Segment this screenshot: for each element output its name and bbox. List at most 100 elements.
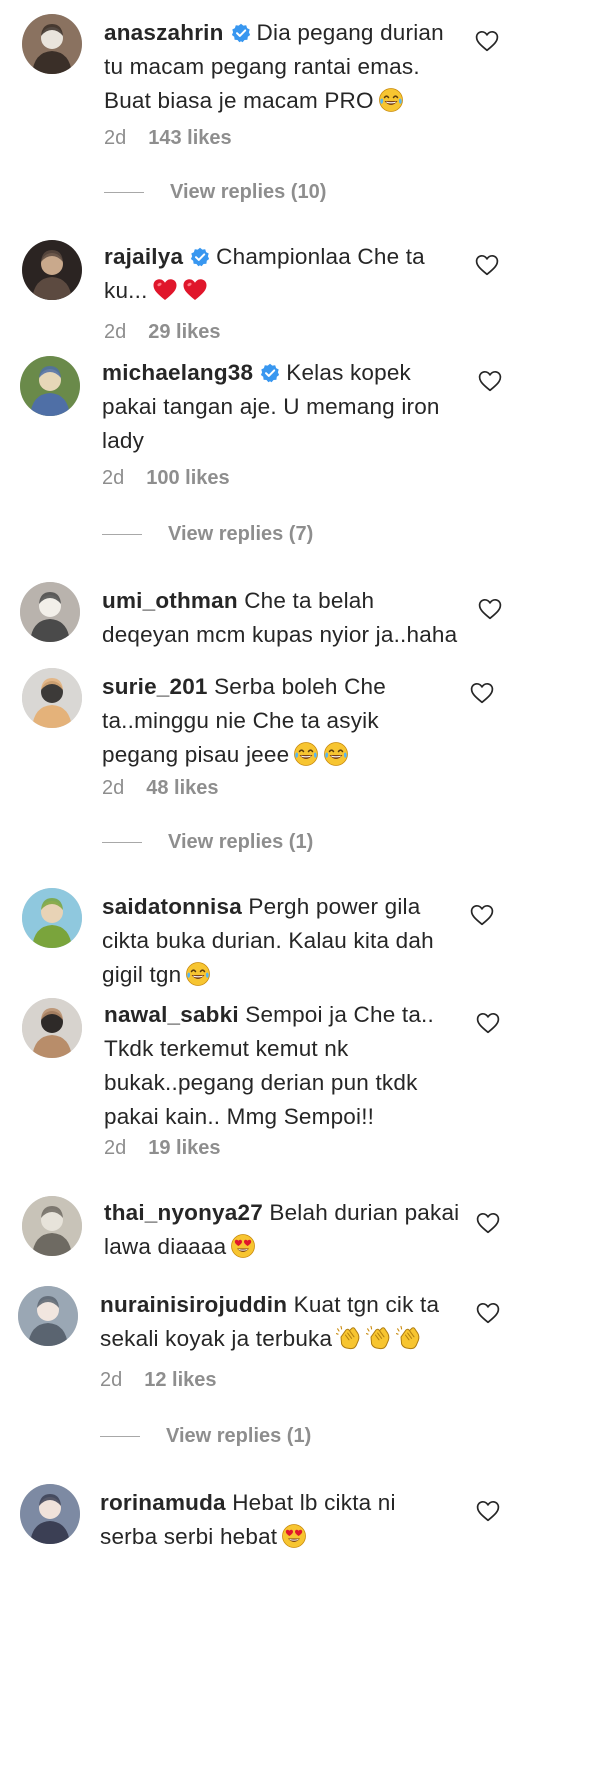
comment-text-line: deqeyan mcm kupas nyior ja..haha bbox=[102, 622, 458, 647]
like-heart-icon[interactable] bbox=[476, 1500, 500, 1522]
avatar[interactable] bbox=[20, 582, 80, 642]
comment-time: 2d bbox=[102, 467, 125, 489]
likes-count[interactable]: 100 likes bbox=[146, 467, 229, 489]
view-replies-button[interactable]: View replies (1) bbox=[100, 1424, 311, 1448]
avatar[interactable] bbox=[20, 356, 80, 416]
comment-text-line: pakai tangan aje. U memang iron bbox=[102, 394, 440, 419]
comment-meta: 2d 100 likes bbox=[102, 466, 230, 490]
comment-username[interactable]: surie_201 bbox=[102, 674, 208, 699]
comment-text-line: Tkdk terkemut kemut nk bbox=[104, 1036, 349, 1061]
avatar[interactable] bbox=[20, 1484, 80, 1544]
comment-text-line: Hebat lb cikta ni bbox=[232, 1490, 396, 1515]
comment-time: 2d bbox=[102, 777, 125, 799]
avatar[interactable] bbox=[22, 1196, 82, 1256]
comment-meta: 2d 48 likes bbox=[102, 776, 219, 800]
like-heart-icon[interactable] bbox=[476, 1302, 500, 1324]
comment-text-line: Kuat tgn cik ta bbox=[293, 1292, 440, 1317]
view-replies-button[interactable]: View replies (7) bbox=[102, 522, 313, 546]
comment-body: nawal_sabki Sempoi ja Che ta.. Tkdk terk… bbox=[104, 998, 504, 1134]
comment-text-line: serba serbi hebat bbox=[100, 1524, 278, 1549]
view-replies-label: View replies (7) bbox=[168, 523, 314, 545]
comment-username[interactable]: umi_othman bbox=[102, 588, 238, 613]
view-replies-button[interactable]: View replies (1) bbox=[102, 830, 313, 854]
comment-username[interactable]: nurainisirojuddin bbox=[100, 1292, 287, 1317]
comments-list: anaszahrin Dia pegang durian tu macam peg… bbox=[0, 0, 602, 1789]
comment-body: anaszahrin Dia pegang durian tu macam peg… bbox=[104, 16, 504, 118]
comment-text-line: pakai kain.. Mmg Sempoi!! bbox=[104, 1104, 375, 1129]
view-replies-label: View replies (10) bbox=[170, 181, 327, 203]
like-heart-icon[interactable] bbox=[470, 682, 494, 704]
avatar[interactable] bbox=[22, 240, 82, 300]
likes-count[interactable]: 143 likes bbox=[148, 127, 231, 149]
comment-body: saidatonnisa Pergh power gila cikta buka… bbox=[102, 890, 502, 992]
like-heart-icon[interactable] bbox=[476, 1212, 500, 1234]
comment-username[interactable]: anaszahrin bbox=[104, 20, 224, 45]
comment-username[interactable]: rajailya bbox=[104, 244, 183, 269]
comment-text-line: Serba boleh Che bbox=[214, 674, 386, 699]
likes-count[interactable]: 48 likes bbox=[146, 777, 218, 799]
likes-count[interactable]: 12 likes bbox=[144, 1369, 216, 1391]
smiling-face-with-heart-eyes-icon bbox=[281, 1523, 307, 1549]
verified-badge-icon bbox=[231, 23, 251, 43]
comment-text-line: tu macam pegang rantai emas. bbox=[104, 54, 420, 79]
avatar[interactable] bbox=[22, 888, 82, 948]
view-replies-button[interactable]: View replies (10) bbox=[104, 180, 326, 204]
like-heart-icon[interactable] bbox=[470, 904, 494, 926]
replies-divider-line bbox=[102, 842, 142, 844]
comment-text-line: lady bbox=[102, 428, 145, 453]
comment-meta: 2d 12 likes bbox=[100, 1368, 217, 1392]
comment-text-line: ku... bbox=[104, 278, 148, 303]
comment-username[interactable]: saidatonnisa bbox=[102, 894, 242, 919]
comment-body: nurainisirojuddin Kuat tgn cik ta sekali… bbox=[100, 1288, 500, 1356]
comment-time: 2d bbox=[104, 1137, 127, 1159]
comment-username[interactable]: nawal_sabki bbox=[104, 1002, 239, 1027]
avatar[interactable] bbox=[22, 998, 82, 1058]
comment-body: surie_201 Serba boleh Che ta..minggu nie… bbox=[102, 670, 502, 772]
avatar[interactable] bbox=[22, 668, 82, 728]
comment-body: umi_othman Che ta belah deqeyan mcm kupa… bbox=[102, 584, 502, 652]
like-heart-icon[interactable] bbox=[475, 254, 499, 276]
comment-username[interactable]: thai_nyonya27 bbox=[104, 1200, 263, 1225]
view-replies-label: View replies (1) bbox=[168, 831, 314, 853]
face-with-tears-of-joy-icon bbox=[293, 741, 319, 767]
likes-count[interactable]: 19 likes bbox=[148, 1137, 220, 1159]
comment-meta: 2d 19 likes bbox=[104, 1136, 221, 1160]
comment-text-line: sekali koyak ja terbuka bbox=[100, 1326, 333, 1351]
red-heart-icon bbox=[152, 277, 178, 303]
comment-meta: 2d 143 likes bbox=[104, 126, 232, 150]
comment-time: 2d bbox=[104, 127, 127, 149]
comment-username[interactable]: rorinamuda bbox=[100, 1490, 226, 1515]
face-with-tears-of-joy-icon bbox=[378, 87, 404, 113]
like-heart-icon[interactable] bbox=[475, 30, 499, 52]
comment-text-line: Belah durian pakai bbox=[269, 1200, 460, 1225]
clapping-hands-icon bbox=[336, 1325, 362, 1351]
comment-text-line: Dia pegang durian bbox=[256, 20, 444, 45]
clapping-hands-icon bbox=[396, 1325, 422, 1351]
comment-body: michaelang38 Kelas kopek pakai tangan aje… bbox=[102, 356, 502, 458]
avatar[interactable] bbox=[22, 14, 82, 74]
comment-username[interactable]: michaelang38 bbox=[102, 360, 253, 385]
like-heart-icon[interactable] bbox=[478, 598, 502, 620]
clapping-hands-icon bbox=[366, 1325, 392, 1351]
comment-text-line: Pergh power gila bbox=[248, 894, 421, 919]
comment-body: thai_nyonya27 Belah durian pakai lawa di… bbox=[104, 1196, 504, 1264]
replies-divider-line bbox=[100, 1436, 140, 1438]
view-replies-label: View replies (1) bbox=[166, 1425, 312, 1447]
comment-text-line: Championlaa Che ta bbox=[216, 244, 425, 269]
verified-badge-icon bbox=[260, 363, 280, 383]
like-heart-icon[interactable] bbox=[476, 1012, 500, 1034]
verified-badge-icon bbox=[190, 247, 210, 267]
comment-time: 2d bbox=[100, 1369, 123, 1391]
comment-text-line: Che ta belah bbox=[244, 588, 375, 613]
comment-text-line: lawa diaaaa bbox=[104, 1234, 227, 1259]
like-heart-icon[interactable] bbox=[478, 370, 502, 392]
smiling-face-with-heart-eyes-icon bbox=[230, 1233, 256, 1259]
avatar[interactable] bbox=[18, 1286, 78, 1346]
comment-text-line: Buat biasa je macam PRO bbox=[104, 88, 374, 113]
comment-meta: 2d 29 likes bbox=[104, 320, 221, 344]
likes-count[interactable]: 29 likes bbox=[148, 321, 220, 343]
comment-text-line: cikta buka durian. Kalau kita dah bbox=[102, 928, 434, 953]
red-heart-icon bbox=[182, 277, 208, 303]
replies-divider-line bbox=[102, 534, 142, 536]
comment-text-line: Sempoi ja Che ta.. bbox=[245, 1002, 434, 1027]
